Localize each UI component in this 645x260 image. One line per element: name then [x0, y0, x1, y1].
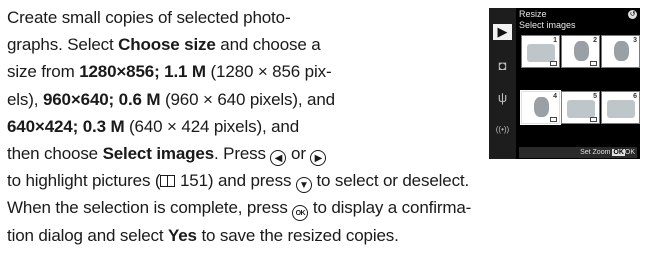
thumbnail: 5 [561, 91, 600, 124]
thumbnail: 1 [521, 35, 560, 68]
text: to highlight pictures ( [7, 171, 161, 191]
text: (1280 × 856 pix- [205, 62, 332, 82]
ok-button-icon: OK [292, 205, 309, 222]
text: (640 × 424 pixels), and [124, 116, 300, 136]
playback-menu-icon: ▶ [493, 24, 512, 40]
resize-mark-icon [590, 117, 597, 122]
wrapped-text-block: Create small copies of selected photo- g… [7, 4, 482, 167]
thumbnail-number: 3 [633, 37, 637, 44]
ok-icon: OK [612, 149, 625, 156]
thumbnail: 6 [601, 91, 640, 124]
resize-mark-icon [550, 117, 557, 122]
bold-term: Choose size [118, 35, 216, 55]
thumbnail: 3 [601, 35, 640, 68]
photo [567, 100, 595, 118]
back-icon: ↺ [628, 10, 637, 19]
text: (960 × 640 pixels), and [160, 89, 335, 109]
text: 151) and press [175, 171, 296, 191]
menu-sidebar: ▶ ◘ ψ ((•)) [489, 8, 516, 159]
multi-selector-center-icon: ▼ [295, 177, 312, 194]
line: tion dialog and select Yes to save the r… [7, 222, 638, 249]
resize-mark-icon [550, 61, 557, 66]
multi-selector-right-icon: ▶ [310, 150, 327, 167]
photo [527, 44, 555, 62]
text: to select or deselect. [311, 171, 470, 191]
thumbnail: 2 [561, 35, 600, 68]
photo [574, 41, 589, 61]
line: graphs. Select Choose size and choose a [7, 31, 482, 58]
text: Create small copies of selected photo- [7, 8, 291, 27]
camera-screen-illustration: ▶ ◘ ψ ((•)) Resize Select images ↺ 1 2 3… [489, 8, 640, 159]
thumbnail-number: 4 [553, 93, 557, 100]
line: size from 1280×856; 1.1 M (1280 × 856 pi… [7, 58, 482, 85]
text: to display a confirma- [308, 198, 472, 218]
bold-term: 640×424; 0.3 M [7, 116, 125, 136]
text: graphs. Select [7, 35, 119, 55]
multi-selector-left-icon: ◀ [270, 150, 287, 167]
line: els), 960×640; 0.6 M (960 × 640 pixels),… [7, 86, 482, 113]
help-bar-text: Set Zoom [580, 149, 613, 156]
text: When the selection is complete, press [7, 198, 293, 218]
line: When the selection is complete, press OK… [7, 194, 638, 222]
page-reference-icon [160, 175, 176, 188]
text: or [286, 144, 311, 164]
setup-menu-icon: ψ [497, 90, 508, 105]
photo [607, 100, 635, 118]
text: tion dialog and select [7, 225, 168, 245]
thumbnail-selected: 4 [520, 90, 561, 125]
line: to highlight pictures ( 151) and press ▼… [7, 167, 638, 194]
photo [614, 41, 629, 61]
help-bar: Set Zoom OKOK [519, 147, 637, 158]
screen-title: Resize [519, 9, 547, 19]
text: then choose [7, 144, 103, 164]
text: and choose a [215, 35, 321, 55]
wireless-menu-icon: ((•)) [495, 125, 510, 134]
text: size from [7, 62, 80, 82]
screen-subtitle: Select images [519, 20, 576, 30]
thumbnail-number: 2 [593, 37, 597, 44]
text: . Press [214, 144, 271, 164]
line: then choose Select images. Press ◀ or ▶ [7, 140, 482, 167]
text: els), [7, 89, 43, 109]
line: 640×424; 0.3 M (640 × 424 pixels), and [7, 113, 482, 140]
line: Create small copies of selected photo- [7, 4, 482, 31]
bold-term: Yes [168, 225, 197, 245]
thumbnail-number: 5 [593, 93, 597, 100]
photo [534, 97, 549, 117]
thumbnail-number: 6 [633, 93, 637, 100]
text: to save the resized copies. [196, 225, 399, 245]
bold-term: 1280×856; 1.1 M [79, 62, 206, 82]
resize-mark-icon [590, 61, 597, 66]
bold-term: Select images [102, 144, 215, 164]
help-bar-ok-label: OK [624, 149, 635, 156]
shooting-menu-icon: ◘ [498, 58, 507, 73]
bold-term: 960×640; 0.6 M [42, 89, 161, 109]
thumbnail-number: 1 [553, 37, 557, 44]
